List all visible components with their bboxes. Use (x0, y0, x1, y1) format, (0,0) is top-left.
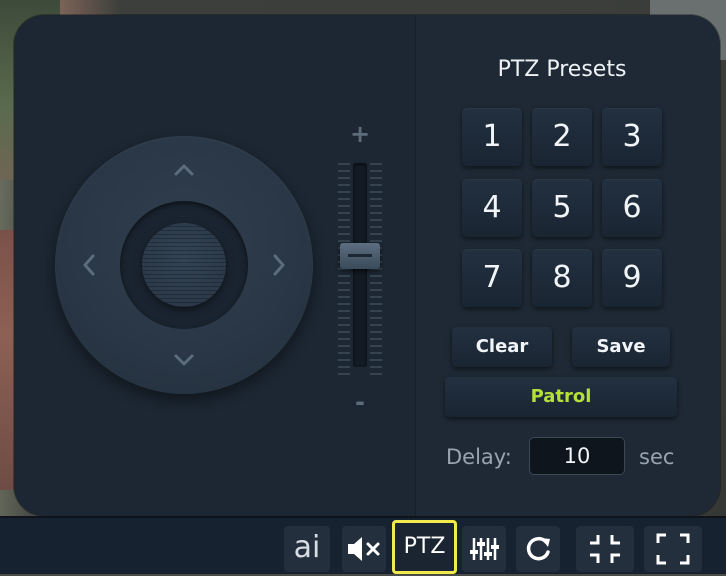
ai-button[interactable]: ai (284, 526, 330, 572)
zoom-out-button[interactable]: - (349, 390, 371, 414)
pan-tilt-dpad[interactable] (55, 136, 313, 394)
preset-button-9[interactable]: 9 (602, 249, 662, 307)
sliders-icon[interactable] (462, 526, 506, 572)
preset-button-8[interactable]: 8 (532, 249, 592, 307)
preset-button-5[interactable]: 5 (532, 179, 592, 237)
preset-button-6[interactable]: 6 (602, 179, 662, 237)
preset-button-1[interactable]: 1 (462, 108, 522, 166)
patrol-button[interactable]: Patrol (445, 377, 677, 417)
chevron-left-icon[interactable] (75, 251, 103, 279)
player-toolbar: ai PTZ (0, 516, 726, 574)
preset-button-2[interactable]: 2 (532, 108, 592, 166)
ptz-button[interactable]: PTZ (392, 520, 457, 574)
zoom-slider-thumb[interactable] (340, 243, 380, 269)
chevron-up-icon[interactable] (170, 156, 198, 184)
save-button[interactable]: Save (572, 327, 670, 367)
delay-input[interactable] (529, 437, 625, 475)
preset-button-7[interactable]: 7 (462, 249, 522, 307)
chevron-right-icon[interactable] (265, 251, 293, 279)
chevron-down-icon[interactable] (170, 346, 198, 374)
preset-button-3[interactable]: 3 (602, 108, 662, 166)
preset-button-4[interactable]: 4 (462, 179, 522, 237)
delay-label: Delay: (446, 445, 512, 469)
speaker-muted-icon[interactable] (342, 526, 386, 572)
fullscreen-icon[interactable] (644, 526, 702, 572)
dpad-center-button[interactable] (142, 223, 226, 307)
zoom-in-button[interactable]: + (349, 122, 371, 146)
presets-title: PTZ Presets (497, 57, 627, 82)
clear-button[interactable]: Clear (452, 327, 552, 367)
delay-unit-label: sec (639, 445, 675, 469)
exit-fullscreen-icon[interactable] (576, 526, 634, 572)
refresh-icon[interactable] (516, 526, 560, 572)
ptz-control-panel: + - PTZ Presets 1 2 3 4 5 6 7 8 9 Clear … (14, 15, 720, 516)
